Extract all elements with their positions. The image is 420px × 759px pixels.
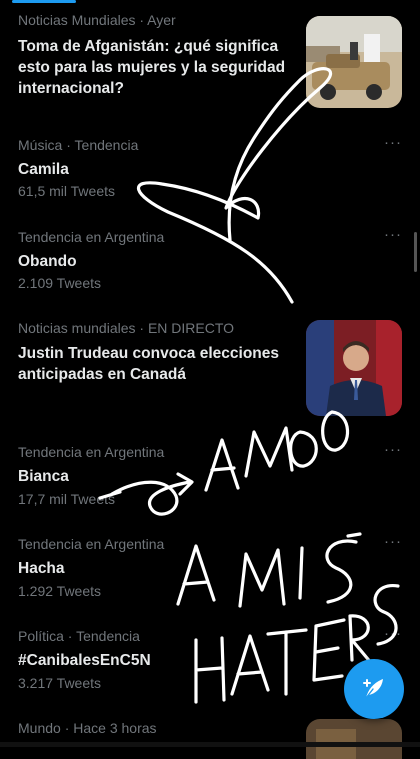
more-options-icon[interactable]: ··· — [384, 134, 402, 151]
trend-item-camila[interactable]: Música · Tendencia ··· Camila 61,5 mil T… — [0, 130, 420, 210]
trend-item-bianca[interactable]: Tendencia en Argentina ··· Bianca 17,7 m… — [0, 437, 420, 517]
item-title: Toma de Afganistán: ¿qué significa esto … — [18, 38, 286, 97]
afganistan-image — [306, 16, 402, 108]
item-title: Camila — [18, 161, 69, 178]
item-meta: Mundo · Hace 3 horas — [18, 720, 157, 736]
news-item-trudeau[interactable]: Noticias mundiales · EN DIRECTO Justin T… — [0, 312, 420, 427]
item-meta: Política · Tendencia — [18, 628, 140, 644]
more-options-icon[interactable]: ··· — [384, 625, 402, 642]
news-thumbnail[interactable] — [306, 320, 402, 416]
item-meta: Tendencia en Argentina — [18, 444, 165, 460]
mundo-image — [306, 719, 402, 759]
news-thumbnail[interactable] — [306, 16, 402, 108]
trend-item-obando[interactable]: Tendencia en Argentina ··· Obando 2.109 … — [0, 222, 420, 302]
compose-tweet-button[interactable] — [344, 659, 404, 719]
item-title: #CanibalesEnC5N — [18, 652, 151, 669]
item-meta: Música · Tendencia — [18, 137, 139, 153]
item-title: Hacha — [18, 560, 65, 577]
bottom-nav-edge — [0, 742, 420, 747]
item-meta: Tendencia en Argentina — [18, 229, 165, 245]
item-title: Justin Trudeau convoca elecciones antici… — [18, 345, 280, 383]
item-title: Obando — [18, 253, 77, 270]
more-options-icon[interactable]: ··· — [384, 441, 402, 458]
compose-feather-icon — [363, 679, 383, 699]
tweet-count: 61,5 mil Tweets — [18, 183, 116, 199]
news-item-afganistan[interactable]: Noticias Mundiales · Ayer Toma de Afgani… — [0, 0, 420, 120]
tweet-count: 1.292 Tweets — [18, 583, 102, 599]
tweet-count: 3.217 Tweets — [18, 675, 102, 691]
item-title: Bianca — [18, 468, 69, 485]
trend-item-hacha[interactable]: Tendencia en Argentina ··· Hacha 1.292 T… — [0, 529, 420, 609]
news-thumbnail[interactable] — [306, 719, 402, 759]
item-meta: Tendencia en Argentina — [18, 536, 165, 552]
item-meta: Noticias mundiales · EN DIRECTO — [18, 320, 235, 336]
trudeau-image — [306, 320, 402, 416]
tweet-count: 2.109 Tweets — [18, 275, 102, 291]
item-meta: Noticias Mundiales · Ayer — [18, 12, 176, 28]
more-options-icon[interactable]: ··· — [384, 533, 402, 550]
more-options-icon[interactable]: ··· — [384, 226, 402, 243]
tweet-count: 17,7 mil Tweets — [18, 491, 116, 507]
scrollbar[interactable] — [414, 232, 417, 272]
